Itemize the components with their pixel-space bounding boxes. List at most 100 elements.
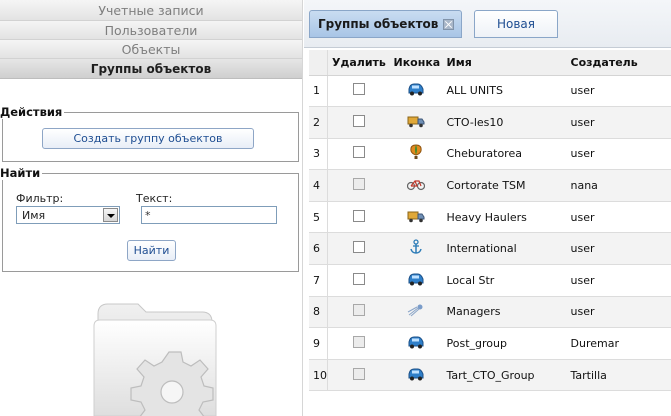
delete-cell [327, 296, 390, 329]
nav-item-units[interactable]: Объекты [0, 40, 302, 59]
column-header-delete[interactable]: Удалить [327, 50, 390, 76]
group-creator: Tartilla [566, 359, 671, 392]
icon-cell [389, 327, 443, 360]
group-name[interactable]: CTO-les10 [442, 106, 567, 139]
nav-item-users[interactable]: Пользователи [0, 21, 302, 40]
delete-cell [327, 138, 390, 171]
anchor-icon [408, 239, 424, 258]
text-label: Текст: [136, 192, 173, 205]
table-row[interactable]: 1 ALL UNITS user [309, 75, 671, 108]
group-creator: user [566, 232, 671, 266]
filter-select[interactable]: Имя [16, 206, 120, 224]
icon-cell [389, 138, 443, 171]
delete-checkbox [352, 367, 365, 380]
delete-checkbox [352, 178, 365, 191]
column-header-icon[interactable]: Иконка [389, 50, 443, 76]
delete-cell [327, 201, 390, 234]
create-group-button[interactable]: Создать группу объектов [42, 128, 254, 149]
group-creator: user [566, 138, 671, 171]
comet-icon [407, 303, 425, 320]
delete-checkbox[interactable] [352, 272, 365, 285]
truck-icon [407, 114, 425, 131]
delete-checkbox [352, 336, 365, 349]
filter-label: Фильтр: [16, 192, 64, 205]
delete-cell [327, 106, 390, 139]
blue-car-icon [407, 82, 425, 99]
group-name[interactable]: Post_group [442, 327, 567, 360]
group-name[interactable]: Tart_CTO_Group [442, 359, 567, 392]
table-row[interactable]: 6 International user [309, 232, 671, 266]
tab-bar: Группы объектов Новая [304, 0, 671, 48]
find-button[interactable]: Найти [127, 240, 176, 261]
group-name[interactable]: Cortorate TSM [442, 169, 567, 202]
group-creator: nana [566, 169, 671, 202]
group-creator: user [566, 201, 671, 234]
table-row[interactable]: 8 Managers user [309, 296, 671, 329]
group-name[interactable]: Cheburatorea [442, 138, 567, 171]
table-row[interactable]: 3 Cheburatorea user [309, 138, 671, 171]
delete-cell [327, 327, 390, 360]
group-creator: user [566, 75, 671, 108]
column-header-name[interactable]: Имя [442, 50, 567, 76]
close-icon[interactable] [443, 19, 454, 30]
table-row[interactable]: 10 Tart_CTO_Group Tartilla [309, 359, 671, 392]
balloon-icon [409, 144, 423, 163]
column-header-creator[interactable]: Создатель [566, 50, 671, 76]
icon-cell [389, 296, 443, 329]
row-number: 6 [309, 232, 328, 266]
tab-unit-groups-label: Группы объектов [318, 17, 439, 31]
table-row[interactable]: 9 Post_group Duremar [309, 327, 671, 360]
chevron-down-icon[interactable] [103, 208, 118, 222]
row-number: 7 [309, 264, 328, 297]
group-name[interactable]: International [442, 232, 567, 266]
nav-item-unit-groups[interactable]: Группы объектов [0, 59, 302, 79]
table-row[interactable]: 5 Heavy Haulers user [309, 201, 671, 234]
delete-checkbox[interactable] [352, 83, 365, 96]
row-number: 10 [309, 359, 328, 392]
delete-cell [327, 264, 390, 297]
delete-checkbox[interactable] [352, 209, 365, 222]
column-header-number [309, 50, 328, 76]
group-creator: user [566, 296, 671, 329]
icon-cell [389, 232, 443, 266]
icon-cell [389, 201, 443, 234]
group-name[interactable]: Managers [442, 296, 567, 329]
search-text-input[interactable] [141, 206, 277, 224]
table-row[interactable]: 2 CTO-les10 user [309, 106, 671, 139]
icon-cell [389, 264, 443, 297]
find-legend: Найти [0, 166, 41, 180]
delete-cell [327, 75, 390, 108]
group-creator: user [566, 264, 671, 297]
icon-cell [389, 106, 443, 139]
blue-car-icon [407, 367, 425, 384]
row-number: 9 [309, 327, 328, 360]
row-number: 5 [309, 201, 328, 234]
table-row[interactable]: 7 Local Str user [309, 264, 671, 297]
actions-legend: Действия [0, 105, 63, 119]
group-creator: Duremar [566, 327, 671, 360]
truck-icon [407, 209, 425, 226]
icon-cell [389, 359, 443, 392]
blue-car-icon [407, 272, 425, 289]
main-panel: Группы объектов Новая Удалить Иконка Имя… [304, 0, 671, 416]
group-name[interactable]: ALL UNITS [442, 75, 567, 108]
group-name[interactable]: Heavy Haulers [442, 201, 567, 234]
nav-item-accounts[interactable]: Учетные записи [0, 0, 302, 21]
group-name[interactable]: Local Str [442, 264, 567, 297]
app-window: Учетные записи Пользователи Объекты Груп… [0, 0, 671, 416]
tab-unit-groups[interactable]: Группы объектов [309, 10, 462, 38]
row-number: 8 [309, 296, 328, 329]
delete-checkbox[interactable] [352, 146, 365, 159]
bicycle-icon [406, 177, 426, 194]
delete-checkbox[interactable] [352, 241, 365, 254]
row-number: 2 [309, 106, 328, 139]
icon-cell [389, 169, 443, 202]
delete-checkbox [352, 304, 365, 317]
icon-cell [389, 75, 443, 108]
tab-new[interactable]: Новая [474, 10, 558, 38]
delete-cell [327, 232, 390, 266]
group-creator: user [566, 106, 671, 139]
table-row[interactable]: 4 Cortorate TSM nana [309, 169, 671, 202]
folder-gear-icon [93, 303, 217, 416]
delete-checkbox[interactable] [352, 114, 365, 127]
